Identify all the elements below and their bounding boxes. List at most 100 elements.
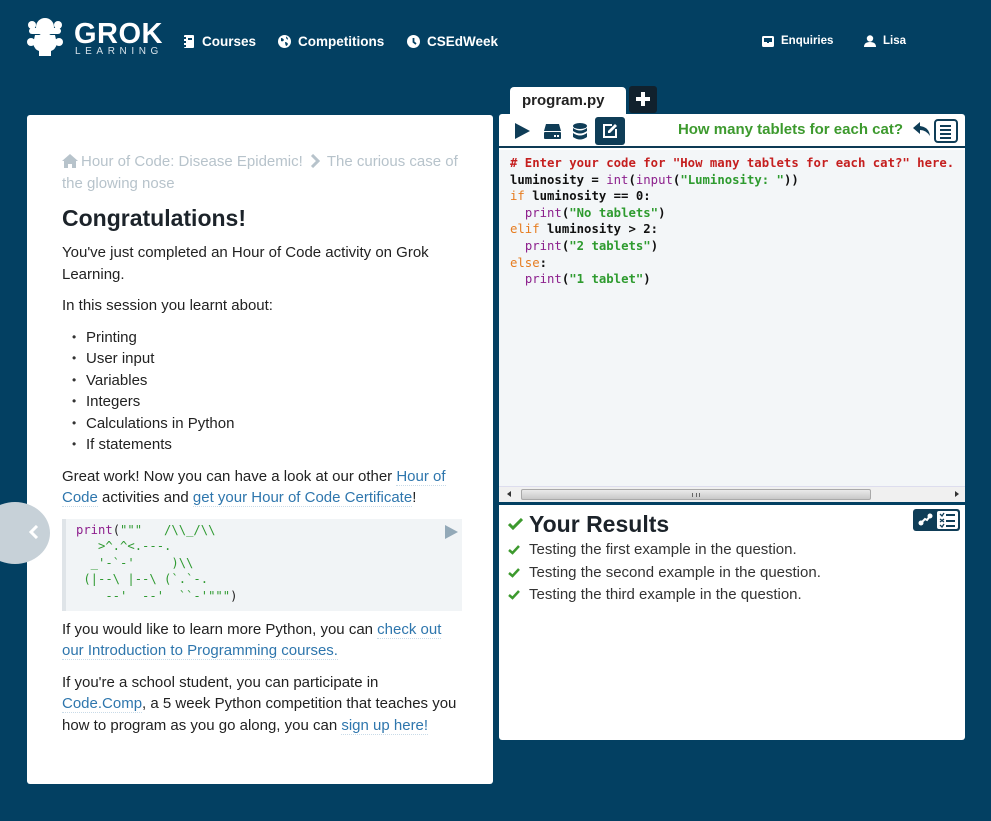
code-line[interactable]: print("No tablets")	[510, 205, 965, 222]
nav-enquiries[interactable]: Enquiries	[762, 31, 833, 51]
reset-button[interactable]	[913, 122, 930, 141]
code-line[interactable]: if luminosity == 0:	[510, 188, 965, 205]
topic-item: User input	[72, 348, 462, 370]
collapse-panel-button[interactable]	[0, 502, 50, 564]
code-token: "1 tablet"	[569, 272, 644, 287]
scroll-right-icon[interactable]	[955, 491, 959, 497]
clock-icon	[407, 34, 420, 48]
certificate-link[interactable]: get your Hour of Code Certificate	[192, 489, 413, 507]
code-token: int	[606, 172, 629, 187]
edit-button[interactable]	[595, 117, 625, 145]
code-token: "2 tablets"	[569, 238, 651, 253]
file-tab-program[interactable]: program.py	[510, 87, 626, 115]
nav-csedweek-label: CSEdWeek	[427, 33, 499, 49]
code-text[interactable]: # Enter your code for "How many tablets …	[510, 155, 965, 288]
code-token: "Luminosity: "	[680, 172, 784, 187]
student-text: If you're a school student, you can part…	[62, 672, 462, 737]
check-icon	[508, 590, 520, 600]
database-button[interactable]	[565, 117, 595, 145]
scroll-left-icon[interactable]	[507, 491, 511, 497]
nav-user-account[interactable]: Lisa	[864, 31, 906, 51]
check-icon	[508, 518, 523, 530]
session-intro-text: In this session you learnt about:	[62, 297, 273, 314]
learn-more-before: If you would like to learn more Python, …	[62, 620, 378, 638]
scrollbar-thumb[interactable]	[521, 489, 871, 500]
code-line[interactable]: print("1 tablet")	[510, 271, 965, 288]
nav-courses[interactable]: Courses	[183, 31, 256, 51]
code-token: luminosity > 2:	[539, 222, 659, 237]
nav-csedweek[interactable]: CSEdWeek	[407, 31, 498, 51]
grok-learning-logo[interactable]: GROK LEARNING	[26, 18, 163, 60]
code-line[interactable]: print("2 tablets")	[510, 238, 965, 255]
notebook-icon	[183, 34, 194, 48]
logo-sub-text: LEARNING	[75, 46, 163, 57]
user-icon	[864, 35, 876, 47]
checklist-icon[interactable]	[937, 511, 958, 529]
test-result-item: Testing the second example in the questi…	[508, 562, 821, 585]
test-result-item: Testing the first example in the questio…	[508, 539, 821, 562]
test-result-text: Testing the first example in the questio…	[529, 541, 797, 558]
problem-description-button[interactable]	[934, 119, 958, 143]
great-work-before: Great work! Now you can have a look at o…	[62, 467, 397, 485]
nav-enquiries-label: Enquiries	[781, 35, 834, 47]
nav-user-name: Lisa	[883, 35, 907, 47]
code-token: luminosity == 0:	[524, 189, 651, 204]
diff-icon	[918, 513, 933, 526]
topic-item: Variables	[72, 370, 462, 392]
check-icon	[508, 545, 520, 555]
intro-text: You've just completed an Hour of Code ac…	[62, 244, 429, 283]
code-token: (	[628, 172, 636, 187]
code-token: if	[510, 189, 525, 204]
database-icon	[573, 122, 587, 139]
code-line[interactable]: elif luminosity > 2:	[510, 221, 965, 238]
nav-courses-label: Courses	[202, 33, 257, 49]
instructions-panel: Hour of Code: Disease Epidemic! The curi…	[27, 115, 493, 784]
code-line[interactable]: luminosity = int(input("Luminosity: "))	[510, 172, 965, 189]
edit-icon	[603, 124, 617, 138]
code-sample-close: )	[230, 588, 238, 603]
play-icon	[515, 123, 530, 139]
add-file-button[interactable]	[629, 86, 657, 113]
code-sample-open: (	[112, 522, 121, 537]
test-result-item: Testing the third example in the questio…	[508, 584, 821, 607]
breadcrumb: Hour of Code: Disease Epidemic! The curi…	[62, 151, 462, 195]
run-button[interactable]	[507, 117, 537, 145]
topic-item: If statements	[72, 434, 462, 456]
code-line[interactable]: else:	[510, 255, 965, 272]
code-token: luminosity =	[510, 172, 607, 187]
code-token: print	[524, 238, 562, 253]
mascot-icon	[27, 18, 63, 56]
code-token: # Enter your code for "How many tablets …	[510, 156, 955, 170]
code-token: print	[524, 205, 562, 220]
code-token: input	[635, 172, 673, 187]
code-token: elif	[510, 222, 540, 237]
learn-more-text: If you would like to learn more Python, …	[62, 619, 462, 662]
topic-item: Integers	[72, 391, 462, 413]
great-work-middle: activities and	[97, 489, 193, 506]
code-token: ))	[783, 172, 799, 187]
code-token: )	[658, 205, 666, 220]
horizontal-scrollbar[interactable]	[499, 486, 965, 502]
code-token: "No tablets"	[569, 205, 659, 220]
test-result-text: Testing the third example in the questio…	[529, 586, 802, 603]
code-line[interactable]: # Enter your code for "How many tablets …	[510, 155, 965, 172]
code-comp-link[interactable]: Code.Comp	[62, 695, 143, 713]
sign-up-link[interactable]: sign up here!	[341, 716, 429, 735]
check-icon	[508, 567, 520, 578]
nav-competitions[interactable]: Competitions	[278, 31, 384, 51]
globe-icon	[278, 34, 291, 48]
results-panel: Your Results Testing the first example i…	[499, 505, 965, 740]
home-icon[interactable]	[62, 154, 78, 168]
drive-icon	[543, 123, 561, 139]
run-sample-button[interactable]	[445, 524, 458, 539]
breadcrumb-course[interactable]: Hour of Code: Disease Epidemic!	[81, 153, 303, 170]
great-work-after: !	[412, 489, 417, 506]
results-view-toggle[interactable]	[913, 509, 960, 531]
chevron-right-icon	[310, 154, 320, 168]
code-area[interactable]: # Enter your code for "How many tablets …	[499, 150, 965, 486]
code-sample-block: print(""" /\\_/\\ >^.^<.---. _'-`-' )\\ …	[62, 518, 462, 611]
terminal-button[interactable]	[537, 117, 567, 145]
